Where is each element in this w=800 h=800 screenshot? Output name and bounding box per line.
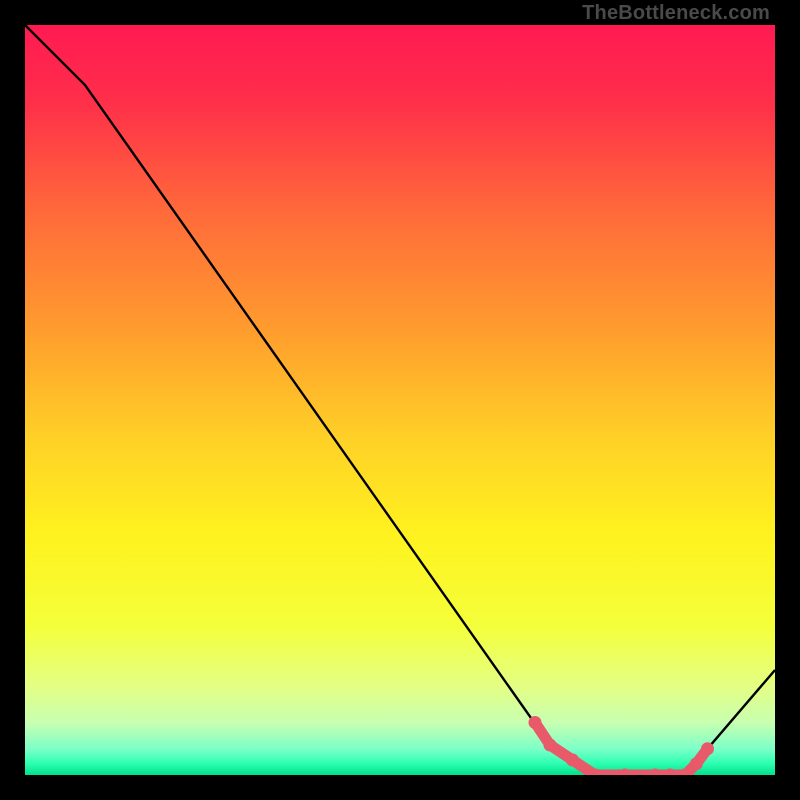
highlight-dot	[544, 739, 557, 752]
chart-frame	[25, 25, 775, 775]
bottleneck-chart	[25, 25, 775, 775]
highlight-dot	[701, 742, 714, 755]
highlight-dot	[566, 754, 579, 767]
watermark-text: TheBottleneck.com	[582, 2, 770, 25]
highlight-dot	[529, 716, 542, 729]
gradient-background	[25, 25, 775, 775]
highlight-dot	[690, 757, 703, 770]
